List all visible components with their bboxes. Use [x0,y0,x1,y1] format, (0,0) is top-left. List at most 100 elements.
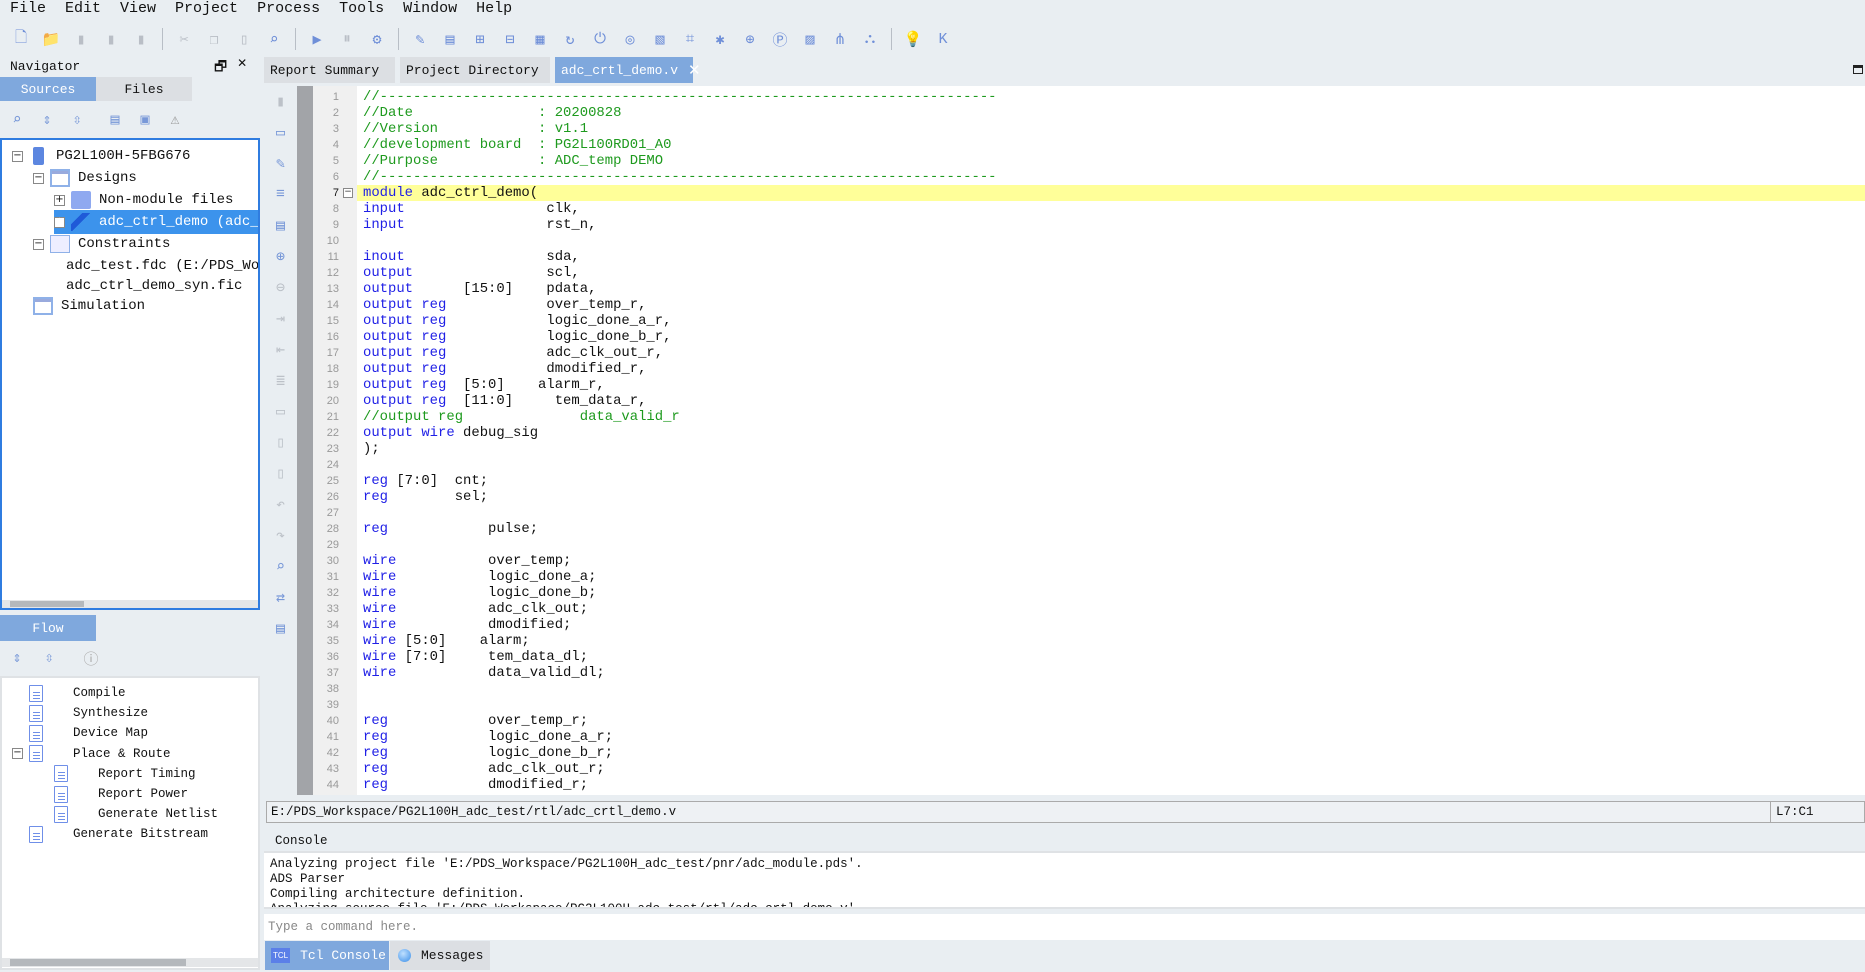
ip-icon[interactable]: Ⓟ [769,28,791,50]
code-line[interactable]: inout sda, [357,249,1865,265]
flow-item[interactable]: Report Timing [54,763,196,785]
code-line[interactable]: wire over_temp; [357,553,1865,569]
paste-icon[interactable]: ▯ [264,458,297,489]
save-as-icon[interactable]: ▮ [100,28,122,50]
code-line[interactable]: //Purpose : ADC_temp DEMO [357,153,1865,169]
code-line[interactable]: reg sel; [357,489,1865,505]
close-panel-icon[interactable]: ✕ [237,56,247,80]
sources-scrollbar[interactable] [2,600,258,608]
tree-item[interactable]: Simulation [33,294,145,318]
find-icon[interactable]: ⌕ [264,551,297,582]
code-line[interactable]: //output reg data_valid_r [357,409,1865,425]
code-line[interactable]: reg adc_clk_out_r; [357,761,1865,777]
chart-icon[interactable]: ▧ [649,28,671,50]
float-panel-icon[interactable]: 🗗 [214,56,227,80]
tree-item[interactable]: + adc_ctrl_demo (adc_ctrl_demo.v) [54,210,258,234]
report-icon[interactable]: ▤ [439,28,461,50]
search-icon[interactable]: ⌕ [6,110,28,130]
save-icon[interactable]: ▮ [264,86,297,117]
menu-view[interactable]: View [120,0,156,20]
code-line[interactable]: //Date : 20200828 [357,105,1865,121]
grid-icon[interactable]: ⊞ [469,28,491,50]
flow-item[interactable]: Synthesize [29,702,148,724]
flow-item[interactable]: Compile [29,682,126,704]
code-line[interactable]: output [15:0] pdata, [357,281,1865,297]
edit-doc-icon[interactable]: ✎ [409,28,431,50]
code-line[interactable] [357,233,1865,249]
expand-toggle-icon[interactable]: − [12,150,23,162]
code-line[interactable]: output wire debug_sig [357,425,1865,441]
code-line[interactable]: ); [357,441,1865,457]
code-line[interactable]: output reg dmodified_r, [357,361,1865,377]
tree-item[interactable]: − PG2L100H-5FBG676 [12,144,190,168]
code-line[interactable]: //Version : v1.1 [357,121,1865,137]
tree-item[interactable]: − Designs [33,166,137,190]
replace-icon[interactable]: ⇄ [264,582,297,613]
tab-right-icon[interactable]: ⇥ [264,303,297,334]
indent-icon[interactable]: ≡ [264,179,297,210]
schematic-icon[interactable]: ⊟ [499,28,521,50]
redo-icon[interactable]: ↷ [264,520,297,551]
flow-item[interactable]: Generate Netlist [54,803,218,825]
code-line[interactable]: input clk, [357,201,1865,217]
save-icon[interactable]: ▮ [70,28,92,50]
cut-icon[interactable]: ✂ [173,28,195,50]
tab-left-icon[interactable]: ⇤ [264,334,297,365]
zoom-in-icon[interactable]: ⊕ [264,241,297,272]
open-icon[interactable]: ▭ [264,117,297,148]
menu-file[interactable]: File [10,0,46,20]
debug-bug-icon[interactable]: ✱ [709,28,731,50]
tab-flow[interactable]: Flow [0,615,96,641]
close-tab-icon[interactable]: ✕ [688,61,701,79]
flow-item[interactable]: Report Power [54,783,188,805]
menu-help[interactable]: Help [476,0,512,20]
analyzer-icon[interactable]: ▨ [799,28,821,50]
copy-icon[interactable]: ▯ [264,427,297,458]
collapse-all-icon[interactable]: ⇳ [38,648,60,668]
warning-icon[interactable]: ⚠ [164,110,186,130]
code-line[interactable]: reg dmodified_r; [357,777,1865,793]
menu-process[interactable]: Process [257,0,320,20]
save-all-icon[interactable]: ▮ [130,28,152,50]
code-line[interactable]: reg over_temp_r; [357,713,1865,729]
code-line[interactable] [357,457,1865,473]
code-line[interactable]: wire [5:0] alarm; [357,633,1865,649]
flow-item[interactable]: Generate Bitstream [29,823,208,845]
download-icon[interactable]: ⊕ [739,28,761,50]
align-icon[interactable]: ≣ [264,365,297,396]
fold-toggle-icon[interactable]: − [343,188,353,198]
power-icon[interactable]: ⏻ [589,28,611,50]
menu-window[interactable]: Window [403,0,457,20]
expand-all-icon[interactable]: ⇕ [6,648,28,668]
code-line[interactable]: wire data_valid_dl; [357,665,1865,681]
waveform-icon[interactable]: ◎ [619,28,641,50]
code-line[interactable] [357,537,1865,553]
undo-icon[interactable]: ↶ [264,489,297,520]
expand-toggle-icon[interactable]: + [54,194,65,206]
code-line[interactable] [357,681,1865,697]
new-file-icon[interactable]: 🗋 [10,28,32,50]
flow-item[interactable]: − Place & Route [12,743,171,765]
paste-icon[interactable]: ▯ [233,28,255,50]
code-line[interactable]: //--------------------------------------… [357,89,1865,105]
code-line[interactable]: output scl, [357,265,1865,281]
code-line[interactable] [357,505,1865,521]
maximize-icon[interactable] [1853,65,1863,74]
tab-adc-crtl-demo[interactable]: adc_crtl_demo.v ✕ [555,57,701,83]
list-icon[interactable]: ▤ [264,210,297,241]
copy-icon[interactable]: ❐ [203,28,225,50]
command-input[interactable] [264,914,1865,940]
open-folder-icon[interactable]: 📁 [40,28,62,50]
tab-report-summary[interactable]: Report Summary [264,57,395,83]
settings-gear-icon[interactable]: ⚙ [366,28,388,50]
zoom-out-icon[interactable]: ⊖ [264,272,297,303]
lightbulb-icon[interactable]: 💡 [902,28,924,50]
calculator-icon[interactable]: ▦ [529,28,551,50]
code-line[interactable]: reg pulse; [357,521,1865,537]
tree-item[interactable]: + Non-module files [54,188,233,212]
code-line[interactable]: output reg over_temp_r, [357,297,1865,313]
flow-scrollbar[interactable] [2,958,258,967]
expand-toggle-icon[interactable]: − [33,238,44,250]
k-logo-icon[interactable]: K [932,28,954,50]
code-line[interactable]: output reg [11:0] tem_data_r, [357,393,1865,409]
